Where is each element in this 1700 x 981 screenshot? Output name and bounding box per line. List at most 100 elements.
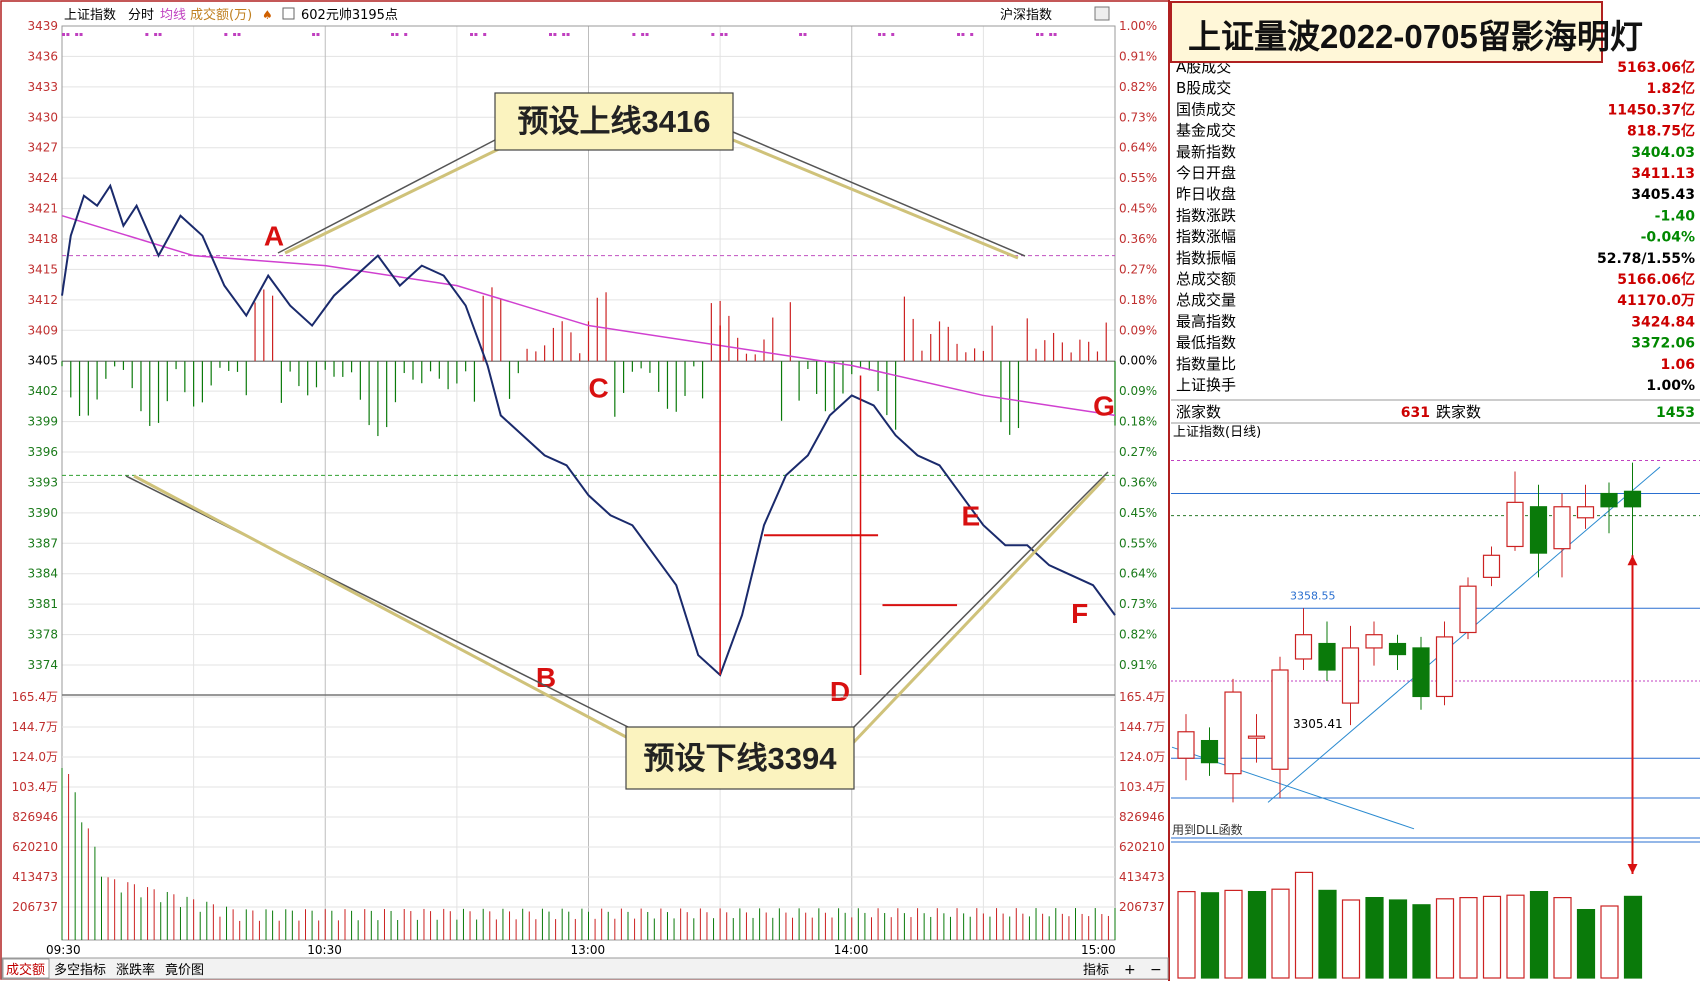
volume-tick-label-right: 413473 bbox=[1119, 870, 1165, 884]
stat-value: -0.04% bbox=[1641, 230, 1695, 246]
daily-volume-bar bbox=[1459, 896, 1478, 979]
volume-tick-label-right: 206737 bbox=[1119, 900, 1165, 914]
pct-tick-label: 0.64% bbox=[1119, 567, 1157, 581]
chart-stage: 上证指数 分时 均线 成交额(万) ♠ 602元帅3195点 沪深指数 3439… bbox=[0, 0, 1700, 981]
y-tick-label: 3393 bbox=[27, 475, 58, 489]
stat-label: 上证换手 bbox=[1176, 376, 1236, 394]
point-label-a: A bbox=[264, 221, 284, 252]
toolbar: 上证指数 分时 均线 成交额(万) ♠ 602元帅3195点 沪深指数 bbox=[2, 2, 1112, 24]
banner-title: 上证量波2022-0705留影海明灯 bbox=[1188, 18, 1643, 55]
signal-dot bbox=[641, 33, 645, 36]
bell-icon[interactable]: ♠ bbox=[262, 8, 273, 22]
signal-dot bbox=[957, 33, 961, 36]
x-tick-label: 14:00 bbox=[834, 943, 869, 957]
candle-body bbox=[1529, 506, 1548, 554]
daily-high-label: 3358.55 bbox=[1290, 589, 1336, 602]
tab-avg[interactable]: 均线 bbox=[160, 8, 186, 23]
pct-tick-label: 0.64% bbox=[1119, 141, 1157, 155]
signal-dot bbox=[878, 33, 882, 36]
signal-dot bbox=[312, 33, 316, 36]
daily-volume-bar bbox=[1482, 895, 1502, 979]
stat-label: 最低指数 bbox=[1176, 334, 1236, 352]
pct-tick-label: 1.00% bbox=[1119, 19, 1157, 33]
signal-dot bbox=[970, 33, 974, 36]
stat-label: 指数涨跌 bbox=[1176, 206, 1236, 224]
candle-body bbox=[1247, 735, 1266, 739]
daily-low-label: 3305.41 bbox=[1293, 717, 1343, 731]
volume-tick-label-right: 103.4万 bbox=[1119, 780, 1165, 794]
stat-label: 指数涨幅 bbox=[1176, 228, 1236, 246]
signal-dot bbox=[1040, 33, 1044, 36]
y-tick-label: 3405 bbox=[27, 354, 58, 368]
stat-value: 5166.06亿 bbox=[1617, 271, 1695, 288]
signal-dot bbox=[1036, 33, 1040, 36]
x-tick-label: 10:30 bbox=[307, 943, 342, 957]
signal-dot bbox=[75, 33, 79, 36]
signal-dot bbox=[632, 33, 636, 36]
stock-note: 602元帅3195点 bbox=[301, 8, 398, 23]
bottom-tab-3[interactable]: 竟价图 bbox=[165, 963, 204, 978]
pct-tick-label: 0.18% bbox=[1119, 293, 1157, 307]
down-count-label: 跌家数 bbox=[1436, 403, 1481, 421]
volume-tick-label: 826946 bbox=[12, 810, 58, 824]
y-tick-label: 3409 bbox=[27, 323, 58, 337]
pct-tick-label: 0.18% bbox=[1119, 415, 1157, 429]
daily-volume-bar bbox=[1600, 905, 1619, 979]
signal-dot bbox=[470, 33, 474, 36]
candle-body bbox=[1318, 642, 1336, 671]
stat-value: 1.00% bbox=[1646, 378, 1695, 394]
y-tick-label: 3427 bbox=[27, 141, 58, 155]
volume-tick-label: 413473 bbox=[12, 870, 58, 884]
pct-tick-label: 0.73% bbox=[1119, 110, 1157, 124]
tab-intraday[interactable]: 分时 bbox=[128, 8, 154, 23]
pct-tick-label: 0.36% bbox=[1119, 475, 1157, 489]
y-tick-label: 3412 bbox=[27, 293, 58, 307]
y-tick-label: 3415 bbox=[27, 262, 58, 276]
collapse-icon[interactable] bbox=[1094, 6, 1110, 21]
minus-button[interactable]: − bbox=[1150, 962, 1162, 978]
signal-dot bbox=[724, 33, 728, 36]
point-label-f: F bbox=[1071, 598, 1088, 629]
y-tick-label: 3381 bbox=[27, 597, 58, 611]
signal-dot bbox=[553, 33, 557, 36]
y-tick-label: 3424 bbox=[27, 171, 58, 185]
signal-dot bbox=[404, 33, 408, 36]
signal-dot bbox=[62, 33, 65, 36]
stat-label: 总成交量 bbox=[1176, 291, 1236, 309]
candle-body bbox=[1482, 554, 1501, 578]
pct-tick-label: 0.09% bbox=[1119, 384, 1157, 398]
signal-dot bbox=[483, 33, 487, 36]
bottom-tab-0[interactable]: 成交额 bbox=[6, 962, 45, 978]
down-count-value: 1453 bbox=[1656, 405, 1695, 421]
pct-tick-label: 0.91% bbox=[1119, 658, 1157, 672]
plus-button[interactable]: + bbox=[1124, 962, 1136, 978]
candle-body bbox=[1341, 647, 1360, 704]
daily-volume-bar bbox=[1341, 899, 1361, 979]
signal-dot bbox=[1049, 33, 1053, 36]
daily-volume-bar bbox=[1271, 888, 1290, 979]
stat-value: 11450.37亿 bbox=[1607, 101, 1695, 118]
y-tick-label: 3418 bbox=[27, 232, 58, 246]
daily-volume-bar bbox=[1224, 889, 1243, 979]
point-label-c: C bbox=[589, 372, 609, 403]
y-tick-label: 3421 bbox=[27, 202, 58, 216]
market-label[interactable]: 沪深指数 bbox=[1000, 7, 1052, 23]
signal-dot bbox=[395, 33, 399, 36]
volume-tick-label: 124.0万 bbox=[12, 750, 58, 764]
volume-tick-label: 144.7万 bbox=[12, 720, 58, 734]
tab-amount[interactable]: 成交额(万) bbox=[190, 7, 252, 23]
candle-body bbox=[1623, 490, 1642, 508]
candle-body bbox=[1224, 691, 1242, 775]
volume-tick-label-right: 165.4万 bbox=[1119, 690, 1165, 704]
stat-value: 3372.06 bbox=[1631, 336, 1695, 352]
signal-dot bbox=[154, 33, 158, 36]
bottom-tab-2[interactable]: 涨跌率 bbox=[116, 962, 155, 978]
stat-value: 3411.13 bbox=[1631, 166, 1695, 182]
volume-tick-label: 620210 bbox=[12, 840, 58, 854]
pct-tick-label: 0.91% bbox=[1119, 49, 1157, 63]
bottom-tab-1[interactable]: 多空指标 bbox=[54, 962, 106, 978]
signal-dot bbox=[158, 33, 162, 36]
index-button[interactable]: 指标 bbox=[1083, 963, 1109, 978]
stat-label: 指数振幅 bbox=[1176, 249, 1236, 267]
y-tick-label: 3399 bbox=[27, 415, 58, 429]
